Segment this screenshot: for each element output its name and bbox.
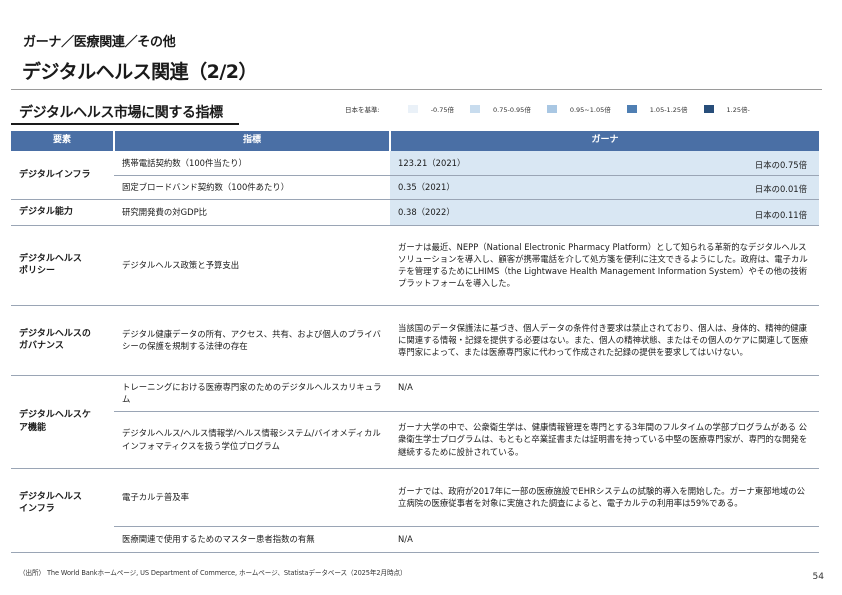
ghana-cell: ガーナ大学の中で、公衆衛生学は、健康情報管理を専門とする3年間のフルタイムの学部… xyxy=(390,411,819,469)
legend-swatch xyxy=(546,105,557,113)
legend-item: -0.75倍 xyxy=(407,104,455,114)
factor-cell: デジタルヘルスケ ア機能 xyxy=(11,375,114,469)
legend-item: 0.95~1.05倍 xyxy=(546,104,611,114)
legend-swatch xyxy=(407,105,418,113)
ghana-cell: 当該国のデータ保護法に基づき、個人データの条件付き要求は禁止されており、個人は、… xyxy=(390,305,819,376)
japan-ratio: 日本の0.01倍 xyxy=(754,184,807,195)
page-title: デジタルヘルス関連（2/2） xyxy=(22,61,258,83)
ghana-value: 0.35（2021） xyxy=(398,181,455,192)
indicator-cell: 研究開発費の対GDP比 xyxy=(114,199,390,226)
column-header-factor: 要素 xyxy=(11,131,115,151)
legend-item: 0.75-0.95倍 xyxy=(470,104,531,114)
table-row: 医療関連で使用するためのマスター患者指数の有無 N/A xyxy=(11,526,819,553)
ghana-value: 123.21（2021） xyxy=(398,157,466,168)
legend-item-label: 1.25倍- xyxy=(726,106,750,114)
ghana-cell: ガーナは最近、NEPP（National Electronic Pharmacy… xyxy=(390,225,819,306)
table-row: デジタルインフラ 携帯電話契約数（100件当たり） 123.21（2021） 日… xyxy=(11,151,819,200)
factor-cell: デジタル能力 xyxy=(11,199,114,226)
table-row: デジタルヘルス インフラ 電子カルテ普及率 ガーナでは、政府が2017年に一部の… xyxy=(11,468,819,553)
indicator-cell: トレーニングにおける医療専門家のためのデジタルヘルスカリキュラム xyxy=(114,375,390,412)
ghana-value: 0.38（2022） xyxy=(398,206,455,217)
indicator-cell: 携帯電話契約数（100件当たり） xyxy=(114,151,390,176)
ghana-cell: 123.21（2021） 日本の0.75倍 xyxy=(390,151,819,176)
indicator-cell: デジタルヘルス/ヘルス情報学/ヘルス情報システム/バイオメディカルインフォマティ… xyxy=(114,411,390,469)
japan-ratio: 日本の0.11倍 xyxy=(754,210,807,221)
table-row: デジタル能力 研究開発費の対GDP比 0.38（2022） 日本の0.11倍 xyxy=(11,199,819,226)
factor-cell: デジタルヘルス インフラ xyxy=(11,468,114,553)
legend-label: 日本を基準: xyxy=(345,106,380,114)
legend-item-label: 0.95~1.05倍 xyxy=(569,106,611,114)
legend-item: 1.25倍- xyxy=(703,104,750,114)
column-header-ghana: ガーナ xyxy=(390,131,819,151)
indicator-cell: デジタルヘルス政策と予算支出 xyxy=(114,225,390,306)
table-header-row: 要素 指標 ガーナ xyxy=(11,131,819,151)
legend-swatch xyxy=(470,105,481,113)
table-row: デジタルヘルスケ ア機能 トレーニングにおける医療専門家のためのデジタルヘルスカ… xyxy=(11,375,819,469)
table-row: デジタルヘルス/ヘルス情報学/ヘルス情報システム/バイオメディカルインフォマティ… xyxy=(11,411,819,469)
legend-item-label: 1.05-1.25倍 xyxy=(649,106,688,114)
table-row: デジタルヘルス ポリシー デジタルヘルス政策と予算支出 ガーナは最近、NEPP（… xyxy=(11,225,819,306)
legend-swatch xyxy=(626,105,637,113)
table-row: デジタルヘルスの ガバナンス デジタル健康データの所有、アクセス、共有、および個… xyxy=(11,305,819,376)
table-row: 固定ブロードバンド契約数（100件あたり） 0.35（2021） 日本の0.01… xyxy=(11,175,819,200)
color-legend: 日本を基準: -0.75倍 0.75-0.95倍 0.95~1.05倍 1.05… xyxy=(345,104,766,114)
ghana-cell: 0.35（2021） 日本の0.01倍 xyxy=(390,175,819,200)
legend-item-label: 0.75-0.95倍 xyxy=(493,106,531,114)
source-note: （出所） The World Bankホームページ, US Department… xyxy=(19,569,407,577)
legend-item-label: -0.75倍 xyxy=(430,106,455,114)
ghana-cell: 0.38（2022） 日本の0.11倍 xyxy=(390,199,819,226)
indicator-cell: 電子カルテ普及率 xyxy=(114,468,390,527)
indicator-cell: 固定ブロードバンド契約数（100件あたり） xyxy=(114,175,390,200)
factor-cell: デジタルヘルスの ガバナンス xyxy=(11,305,114,376)
page-number: 54 xyxy=(812,572,824,582)
subtitle-underline xyxy=(11,123,239,125)
ghana-cell: ガーナでは、政府が2017年に一部の医療施設でEHRシステムの試験的導入を開始し… xyxy=(390,468,819,527)
section-subtitle: デジタルヘルス市場に関する指標 xyxy=(19,105,223,121)
factor-cell: デジタルインフラ xyxy=(11,151,114,200)
indicator-table: 要素 指標 ガーナ デジタルインフラ 携帯電話契約数（100件当たり） 123.… xyxy=(11,131,819,553)
legend-item: 1.05-1.25倍 xyxy=(626,104,688,114)
japan-ratio: 日本の0.75倍 xyxy=(754,160,807,171)
breadcrumb: ガーナ／医療関連／その他 xyxy=(23,35,176,50)
ghana-cell: N/A xyxy=(390,526,819,553)
indicator-cell: 医療関連で使用するためのマスター患者指数の有無 xyxy=(114,526,390,553)
ghana-cell: N/A xyxy=(390,375,819,412)
column-header-indicator: 指標 xyxy=(114,131,391,151)
factor-cell: デジタルヘルス ポリシー xyxy=(11,225,114,306)
indicator-cell: デジタル健康データの所有、アクセス、共有、および個人のプライバシーの保護を規制す… xyxy=(114,305,390,376)
legend-swatch xyxy=(703,105,714,113)
title-divider xyxy=(11,89,822,90)
